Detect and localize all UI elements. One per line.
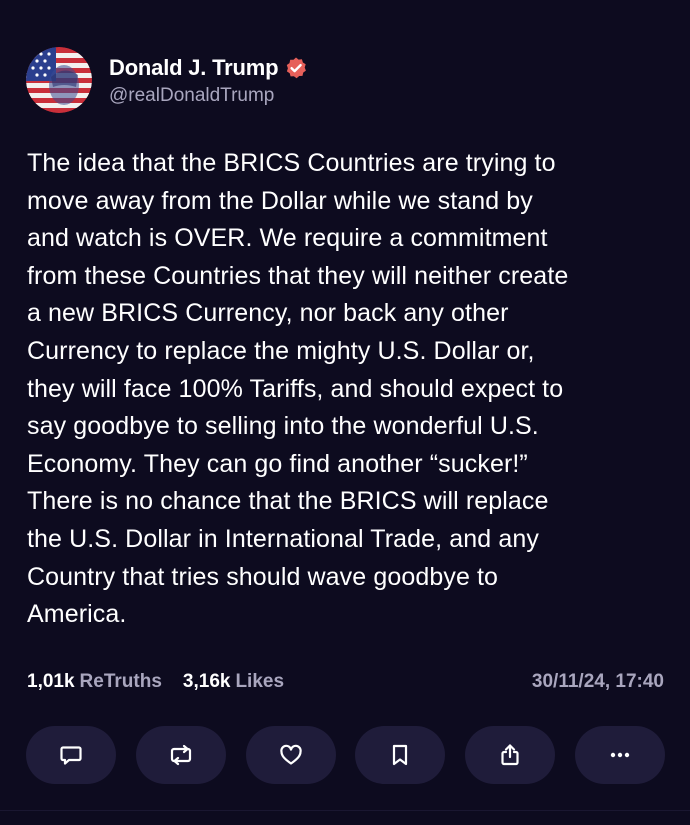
post-body-line: Economy. They can go find another “sucke… [27, 449, 528, 478]
post-body: The idea that the BRICS Countries are tr… [27, 145, 677, 634]
avatar[interactable] [26, 47, 92, 113]
likes-label: Likes [235, 671, 285, 692]
bookmark-icon [393, 744, 408, 766]
post-body-line: There is no chance that the BRICS will r… [27, 487, 549, 516]
retruths-stat[interactable]: 1,01k ReTruths [27, 671, 162, 693]
post-body-line: move away from the Dollar while we stand… [27, 186, 533, 215]
post-body-line: say goodbye to selling into the wonderfu… [27, 412, 539, 441]
post-header: Donald J. Trump @realDonaldTrump [26, 47, 308, 113]
author-display-name[interactable]: Donald J. Trump [109, 55, 279, 81]
post-body-line: The idea that the BRICS Countries are tr… [27, 149, 556, 177]
post-body-line: Country that tries should wave goodbye t… [27, 562, 499, 591]
more-icon [610, 752, 630, 758]
likes-count: 3,16k [182, 671, 231, 692]
repost-icon [170, 744, 191, 766]
author-handle[interactable]: @realDonaldTrump [109, 85, 308, 107]
likes-stat[interactable]: 3,16k Likes [183, 671, 284, 693]
avatar-image [26, 47, 92, 113]
more-button[interactable] [574, 726, 665, 784]
post-body-line: a new BRICS Currency, nor back any other [27, 299, 509, 328]
like-button[interactable] [245, 726, 336, 784]
post-timestamp: 30/11/24, 17:40 [531, 671, 664, 692]
post-body-line: America. [27, 600, 127, 629]
post-card: Donald J. Trump @realDonaldTrump The ide… [0, 0, 690, 825]
post-stats: 1,01k ReTruths 3,16k Likes 30/11/24, 17:… [27, 668, 664, 696]
comment-icon [60, 746, 82, 765]
author-name-row: Donald J. Trump [109, 53, 308, 83]
bookmark-button[interactable] [355, 726, 446, 784]
post-body-line: the U.S. Dollar in International Trade, … [27, 524, 539, 553]
divider [0, 810, 690, 811]
heart-icon [279, 744, 302, 765]
action-bar [26, 726, 665, 784]
author-info: Donald J. Trump @realDonaldTrump [109, 53, 308, 107]
post-body-line: they will face 100% Tariffs, and should … [27, 374, 564, 403]
retruths-count: 1,01k [27, 671, 75, 692]
post-body-line: from these Countries that they will neit… [27, 261, 569, 290]
post-body-line: and watch is OVER. We require a commitme… [27, 224, 548, 253]
share-icon [501, 744, 519, 766]
share-button[interactable] [465, 726, 556, 784]
retruths-label: ReTruths [79, 671, 162, 692]
retruth-button[interactable] [135, 726, 226, 784]
post-body-line: Currency to replace the mighty U.S. Doll… [27, 336, 535, 365]
verified-badge-icon [284, 56, 308, 80]
reply-button[interactable] [26, 726, 116, 784]
